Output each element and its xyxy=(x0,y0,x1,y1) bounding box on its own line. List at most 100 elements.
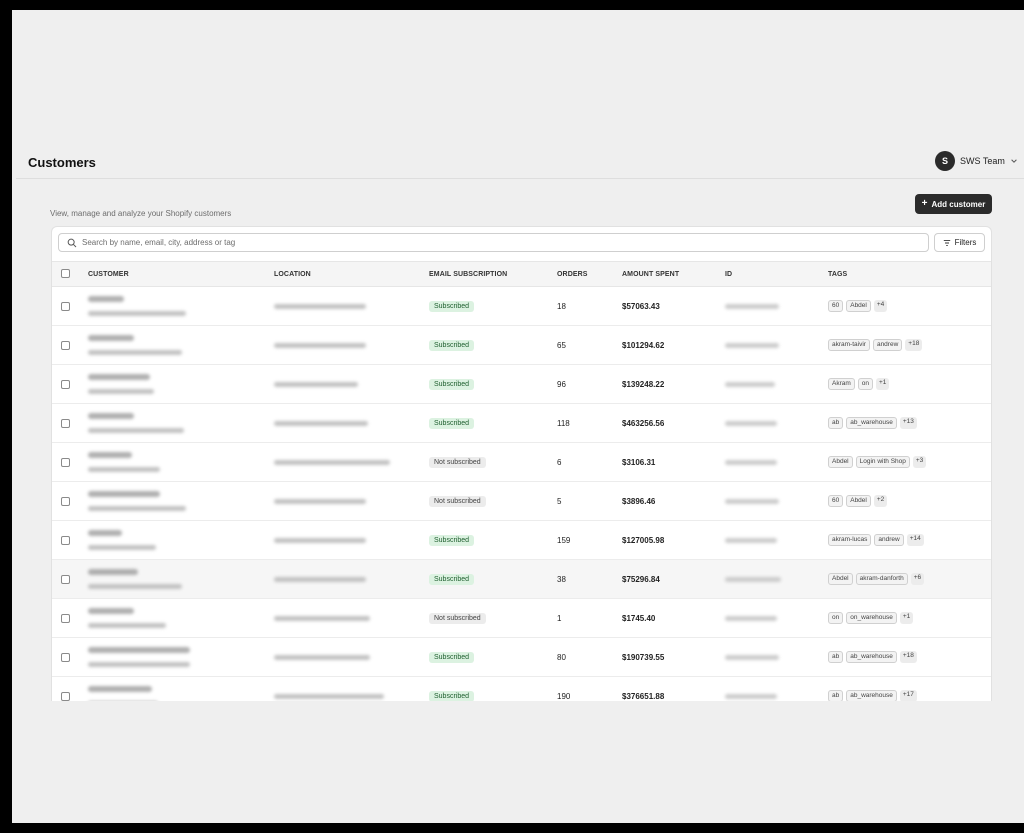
more-tags-count[interactable]: +3 xyxy=(912,456,927,468)
filters-button[interactable]: Filters xyxy=(934,233,985,252)
table-row[interactable]: Not subscribed 5 $3896.46 60 Abdel +2 xyxy=(52,482,991,521)
row-checkbox[interactable] xyxy=(61,614,70,623)
tag: Abdel xyxy=(846,495,871,507)
customer-name-redacted xyxy=(88,335,134,341)
subscription-badge: Subscribed xyxy=(429,652,475,663)
column-tags: TAGS xyxy=(828,271,848,278)
table-header: CUSTOMER LOCATION EMAIL SUBSCRIPTION ORD… xyxy=(52,261,991,287)
more-tags-count[interactable]: +14 xyxy=(906,534,924,546)
customer-email-redacted xyxy=(88,311,186,316)
amount-spent: $139248.22 xyxy=(622,380,665,389)
tag-list: Abdel akram-danforth +6 xyxy=(828,573,925,585)
tag-list: ab ab_warehouse +18 xyxy=(828,651,917,663)
customer-name-redacted xyxy=(88,491,160,497)
subscription-badge: Subscribed xyxy=(429,379,475,390)
search-icon xyxy=(67,238,77,247)
add-customer-button[interactable]: + Add customer xyxy=(915,194,992,214)
location-redacted xyxy=(274,499,366,504)
tag: on xyxy=(828,612,844,624)
subscription-badge: Subscribed xyxy=(429,340,475,351)
amount-spent: $376651.88 xyxy=(622,692,665,701)
table-row[interactable]: Subscribed 190 $376651.88 ab ab_warehouse +17 xyxy=(52,677,991,701)
more-tags-count[interactable]: +6 xyxy=(910,573,925,585)
tag-list: on on_warehouse +1 xyxy=(828,612,914,624)
row-checkbox[interactable] xyxy=(61,419,70,428)
filters-label: Filters xyxy=(954,238,977,247)
location-redacted xyxy=(274,694,384,699)
tag: 60 xyxy=(828,300,844,312)
customer-name-redacted xyxy=(88,530,122,536)
table-row[interactable]: Not subscribed 1 $1745.40 on on_warehouse +1 xyxy=(52,599,991,638)
page-header: Customers S SWS Team xyxy=(16,148,1024,179)
subscription-badge: Subscribed xyxy=(429,574,475,585)
customer-email-redacted xyxy=(88,623,166,628)
row-checkbox[interactable] xyxy=(61,653,70,662)
more-tags-count[interactable]: +4 xyxy=(873,300,888,312)
tag-list: Akram on +1 xyxy=(828,378,890,390)
more-tags-count[interactable]: +13 xyxy=(899,417,917,429)
table-row[interactable]: Subscribed 80 $190739.55 ab ab_warehouse +18 xyxy=(52,638,991,677)
more-tags-count[interactable]: +18 xyxy=(905,339,923,351)
location-redacted xyxy=(274,616,370,621)
screen: Customers S SWS Team View, manage and an… xyxy=(12,10,1024,823)
more-tags-count[interactable]: +1 xyxy=(876,378,890,390)
tag-list: 60 Abdel +2 xyxy=(828,495,888,507)
row-checkbox[interactable] xyxy=(61,341,70,350)
location-redacted xyxy=(274,460,390,465)
tag-list: 60 Abdel +4 xyxy=(828,300,888,312)
tag-list: akram-taivir andrew +18 xyxy=(828,339,923,351)
tag: andrew xyxy=(872,339,903,351)
tag: ab xyxy=(828,417,844,429)
row-checkbox[interactable] xyxy=(61,575,70,584)
search-input[interactable]: Search by name, email, city, address or … xyxy=(58,233,929,252)
search-placeholder: Search by name, email, city, address or … xyxy=(82,238,236,247)
amount-spent: $3896.46 xyxy=(622,497,656,506)
amount-spent: $3106.31 xyxy=(622,458,656,467)
customer-email-redacted xyxy=(88,428,184,433)
location-redacted xyxy=(274,382,358,387)
table-row[interactable]: Not subscribed 6 $3106.31 Abdel Login with S… xyxy=(52,443,991,482)
customer-name-redacted xyxy=(88,647,190,653)
row-checkbox[interactable] xyxy=(61,380,70,389)
subscription-badge: Not subscribed xyxy=(429,457,486,468)
customer-email-redacted xyxy=(88,584,182,589)
tag: ab_warehouse xyxy=(846,417,897,429)
customer-id-redacted xyxy=(725,694,777,699)
more-tags-count[interactable]: +2 xyxy=(873,495,888,507)
more-tags-count[interactable]: +18 xyxy=(899,651,917,663)
customer-id-redacted xyxy=(725,421,777,426)
row-checkbox[interactable] xyxy=(61,692,70,701)
tag: Akram xyxy=(828,378,855,390)
customer-email-redacted xyxy=(88,506,186,511)
tag: andrew xyxy=(874,534,904,546)
more-tags-count[interactable]: +1 xyxy=(899,612,914,624)
subscription-badge: Not subscribed xyxy=(429,613,486,624)
amount-spent: $1745.40 xyxy=(622,614,656,623)
orders-count: 5 xyxy=(557,497,562,506)
subscription-badge: Not subscribed xyxy=(429,496,486,507)
row-checkbox[interactable] xyxy=(61,302,70,311)
orders-count: 38 xyxy=(557,575,566,584)
row-checkbox[interactable] xyxy=(61,536,70,545)
location-redacted xyxy=(274,655,370,660)
row-checkbox[interactable] xyxy=(61,458,70,467)
table-row[interactable]: Subscribed 65 $101294.62 akram-taivir andrew… xyxy=(52,326,991,365)
select-all-checkbox[interactable] xyxy=(61,269,70,278)
customer-id-redacted xyxy=(725,343,779,348)
amount-spent: $101294.62 xyxy=(622,341,665,350)
more-tags-count[interactable]: +17 xyxy=(899,690,917,701)
customers-app: Customers S SWS Team View, manage and an… xyxy=(12,148,1024,701)
table-row[interactable]: Subscribed 96 $139248.22 Akram on +1 xyxy=(52,365,991,404)
table-row[interactable]: Subscribed 118 $463256.56 ab ab_warehouse +13 xyxy=(52,404,991,443)
table-row[interactable]: Subscribed 38 $75296.84 Abdel akram-danforth… xyxy=(52,560,991,599)
table-row[interactable]: Subscribed 159 $127005.98 akram-lucas andrew… xyxy=(52,521,991,560)
row-checkbox[interactable] xyxy=(61,497,70,506)
column-amount-spent: AMOUNT SPENT xyxy=(622,271,680,278)
customer-email-redacted xyxy=(88,350,182,355)
customer-name-redacted xyxy=(88,296,124,302)
tag-list: akram-lucas andrew +14 xyxy=(828,534,924,546)
table-row[interactable]: Subscribed 18 $57063.43 60 Abdel +4 xyxy=(52,287,991,326)
tag: ab_warehouse xyxy=(846,651,897,663)
team-switcher[interactable]: S SWS Team xyxy=(935,151,1018,171)
page-subtitle: View, manage and analyze your Shopify cu… xyxy=(50,209,232,218)
